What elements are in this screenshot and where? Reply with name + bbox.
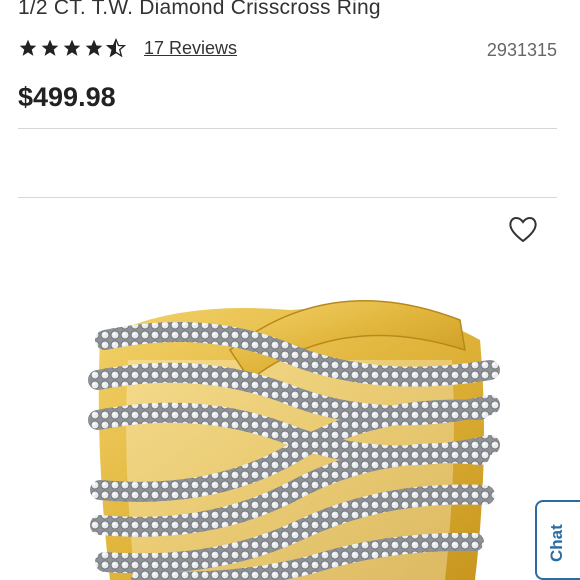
product-title: 1/2 CT. T.W. Diamond Crisscross Ring	[18, 0, 381, 19]
reviews-link[interactable]: 17 Reviews	[144, 38, 237, 59]
star-icon	[63, 39, 81, 56]
chat-button[interactable]: Chat	[535, 500, 580, 580]
star-rating[interactable]	[18, 38, 126, 58]
half-star-icon	[106, 38, 126, 58]
star-icon	[41, 39, 59, 56]
price: $499.98	[18, 82, 116, 112]
divider	[18, 128, 557, 129]
star-icon	[85, 39, 103, 56]
rating-row: 17 Reviews	[18, 35, 237, 61]
chat-label: Chat	[547, 524, 566, 562]
sku-number: 2931315	[486, 40, 557, 60]
product-image[interactable]	[80, 280, 500, 580]
star-icon	[19, 39, 37, 56]
divider	[18, 197, 557, 198]
heart-outline-icon[interactable]	[507, 214, 539, 244]
